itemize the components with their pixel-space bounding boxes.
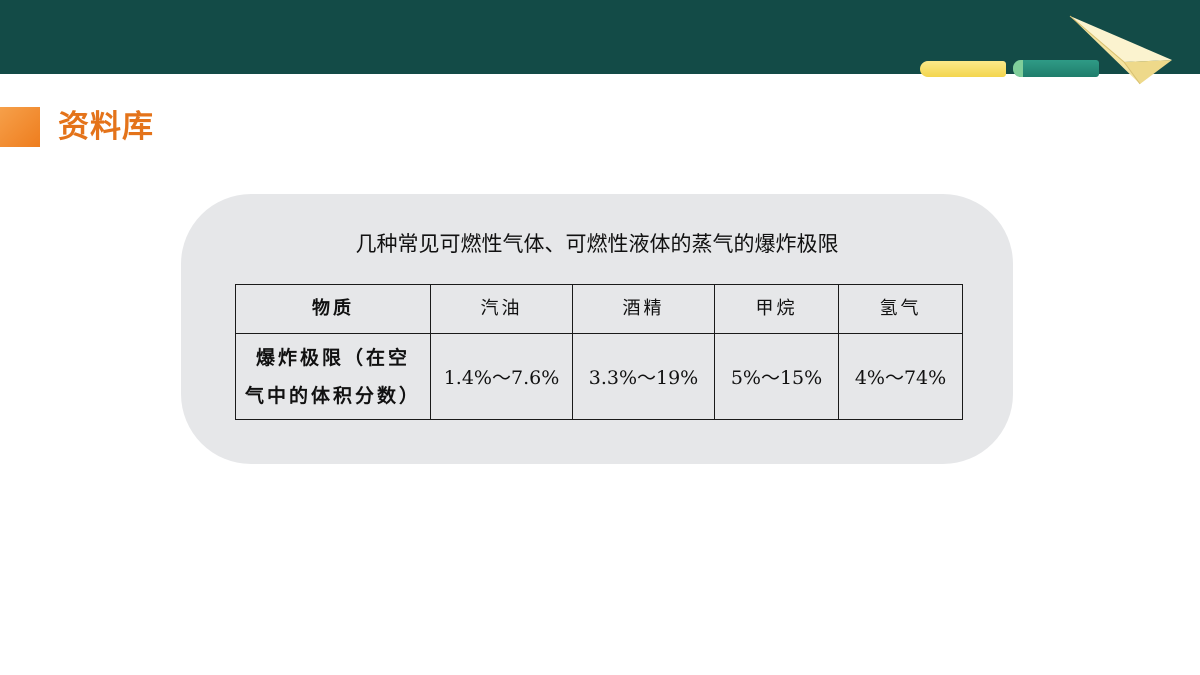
value-hydrogen: 4%～74% xyxy=(838,333,963,420)
header-gasoline: 汽油 xyxy=(430,284,573,334)
row-label-line-2: 气中的体积分数） xyxy=(244,384,421,407)
table-header-row: 物质 汽油 酒精 甲烷 氢气 xyxy=(235,284,963,334)
value-alcohol: 3.3%～19% xyxy=(572,333,715,420)
section-title: 资料库 xyxy=(58,109,154,145)
row-label: 爆炸极限（在空 气中的体积分数） xyxy=(235,333,431,420)
header-alcohol: 酒精 xyxy=(572,284,715,334)
value-gasoline: 1.4%～7.6% xyxy=(430,333,573,420)
yellow-chalk-decoration xyxy=(920,61,1006,77)
table-row: 爆炸极限（在空 气中的体积分数） 1.4%～7.6% 3.3%～19% 5%～1… xyxy=(235,333,963,420)
table-caption: 几种常见可燃性气体、可燃性液体的蒸气的爆炸极限 xyxy=(355,232,839,256)
explosion-limit-table: 物质 汽油 酒精 甲烷 氢气 爆炸极限（在空 气中的体积分数） 1.4%～7.6… xyxy=(235,284,963,420)
header-methane: 甲烷 xyxy=(714,284,839,334)
section-marker xyxy=(0,107,40,147)
row-label-line-1: 爆炸极限（在空 xyxy=(255,346,410,369)
value-methane: 5%～15% xyxy=(714,333,839,420)
header-substance: 物质 xyxy=(235,284,431,334)
paper-plane-icon xyxy=(1069,15,1172,85)
header-hydrogen: 氢气 xyxy=(838,284,963,334)
